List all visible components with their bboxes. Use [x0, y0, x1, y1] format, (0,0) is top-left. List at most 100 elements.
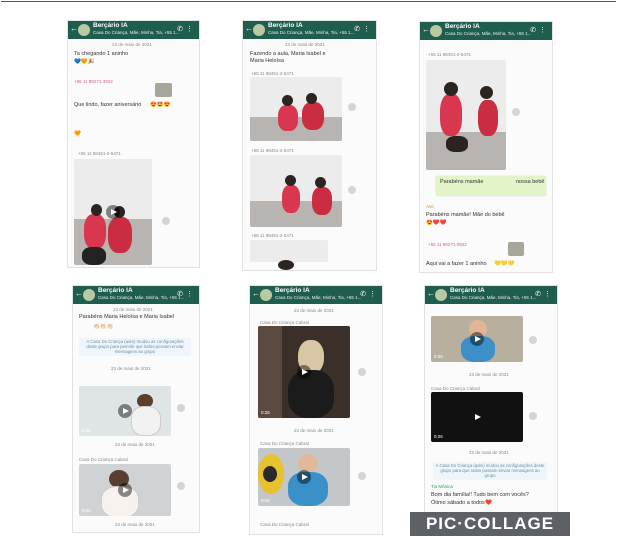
sender-label: +55 11 98451-2-5471: [251, 71, 294, 76]
date-divider: 23 de maio de 2021: [469, 372, 509, 377]
video-duration: 0:26: [82, 508, 91, 513]
chat-title[interactable]: Berçário IA: [98, 287, 133, 294]
chat-subtitle: Casa Do Criança, Mãe, Minha, Tia, +55 1.…: [275, 295, 362, 300]
forward-label: +55 11 98271-3922: [428, 242, 467, 247]
video-thumbnail[interactable]: [74, 159, 152, 265]
sender-label: +55 11 98451-2-5471: [428, 52, 471, 57]
back-arrow-icon[interactable]: ←: [70, 24, 78, 34]
sender-label: Casa Do Criança Cabral: [79, 457, 128, 462]
message-text: Parabéns mamãe: [440, 179, 484, 185]
chat-title[interactable]: Berçário IA: [450, 287, 485, 294]
video-thumbnail[interactable]: [250, 240, 328, 270]
chat-title[interactable]: Berçário IA: [445, 23, 480, 30]
play-icon[interactable]: [297, 470, 311, 484]
chat-header: ← Berçário IA Casa Do Criança, Mãe, Minh…: [250, 286, 382, 304]
play-icon[interactable]: [118, 404, 132, 418]
chat-subtitle: Casa Do Criança, Mãe, Minha, Tia, +55 1.…: [93, 30, 180, 35]
back-arrow-icon[interactable]: ←: [427, 289, 435, 299]
thumbnail-image[interactable]: [508, 242, 524, 256]
play-icon[interactable]: [470, 410, 484, 424]
share-icon[interactable]: [529, 336, 537, 344]
group-avatar[interactable]: [430, 25, 442, 37]
heart-emoji: 🧡: [74, 131, 81, 137]
date-divider: 23 de maio de 2021: [294, 428, 334, 433]
heart-emoji: ❤️: [485, 500, 492, 506]
call-icon[interactable]: ✆⋮: [360, 290, 379, 298]
system-notice: A Casa Do Criança (adm) mudou as configu…: [79, 338, 191, 356]
forward-label: +55 11 98271-3922: [74, 79, 113, 84]
thumbnail-image[interactable]: [155, 83, 172, 97]
video-duration: 0:26: [261, 498, 270, 503]
call-icon[interactable]: ✆⋮: [354, 25, 373, 33]
date-divider: 23 de maio de 2021: [112, 42, 152, 47]
sender-label: Casa Do Criança Cabral: [260, 441, 309, 446]
pic-collage-watermark: PIC·COLLAGE: [410, 512, 570, 536]
video-thumbnail[interactable]: [250, 155, 342, 227]
play-icon[interactable]: [106, 205, 120, 219]
message-bubble: Parabéns mamãe nossa bebê: [436, 176, 546, 196]
back-arrow-icon[interactable]: ←: [422, 25, 430, 35]
video-duration: 0:26: [82, 428, 91, 433]
back-arrow-icon[interactable]: ←: [252, 289, 260, 299]
share-icon[interactable]: [348, 103, 356, 111]
back-arrow-icon[interactable]: ←: [245, 24, 253, 34]
video-thumbnail[interactable]: [426, 60, 506, 170]
play-icon[interactable]: [297, 365, 311, 379]
play-icon[interactable]: [470, 332, 484, 346]
message-emoji: 💙🧡🎉: [74, 59, 95, 65]
share-icon[interactable]: [348, 186, 356, 194]
video-thumbnail[interactable]: 0:26: [79, 464, 171, 516]
call-icon[interactable]: ✆⋮: [535, 290, 554, 298]
group-avatar[interactable]: [260, 289, 272, 301]
share-icon[interactable]: [358, 368, 366, 376]
share-icon[interactable]: [529, 412, 537, 420]
message-text: Parabéns Maria Heloísa e Maria Isabel: [79, 314, 175, 320]
chat-header: ← Berçário IA Casa Do Criança, Mãe, Minh…: [243, 21, 376, 39]
video-thumbnail[interactable]: 0:26: [258, 326, 350, 418]
screenshot-panel-6: ← Berçário IA Casa Do Criança, Mãe, Minh…: [424, 285, 558, 513]
message-text: Aqui vai a fazer 1 aninho: [426, 261, 487, 267]
message-text: Fazendo a aula, Maria Isabel e: [250, 51, 326, 57]
group-avatar[interactable]: [435, 289, 447, 301]
top-border: [1, 1, 616, 2]
message-text: nossa bebê: [516, 179, 545, 185]
call-icon[interactable]: ✆⋮: [177, 290, 196, 298]
video-thumbnail[interactable]: 0:26: [79, 386, 171, 436]
message-text: Maria Heloísa: [250, 58, 284, 64]
video-duration: 0:26: [434, 354, 443, 359]
chat-title[interactable]: Berçário IA: [93, 22, 128, 29]
chat-subtitle: Casa Do Criança, Mãe, Minha, Tia, +55 1.…: [450, 295, 537, 300]
group-avatar[interactable]: [78, 24, 90, 36]
play-icon[interactable]: [118, 483, 132, 497]
video-thumbnail[interactable]: 0:26: [431, 392, 523, 442]
video-thumbnail[interactable]: 0:26: [431, 316, 523, 362]
share-icon[interactable]: [177, 482, 185, 490]
share-icon[interactable]: [358, 472, 366, 480]
share-icon[interactable]: [177, 404, 185, 412]
video-thumbnail[interactable]: [250, 77, 342, 141]
date-divider: 23 de maio de 2021: [115, 522, 155, 527]
message-text: Bom dia família!! Tudo bem com vocês?: [431, 492, 529, 498]
message-text: Parabéns mamãe! Mãe do bebê: [426, 212, 505, 218]
group-avatar[interactable]: [83, 289, 95, 301]
message-text: Ta chegando 1 aninho: [74, 51, 129, 57]
chat-header: ← Berçário IA Casa Do Criança, Mãe, Minh…: [425, 286, 557, 304]
call-icon[interactable]: ✆⋮: [177, 25, 196, 33]
share-icon[interactable]: [512, 108, 520, 116]
message-emoji: 😍❤️❤️: [426, 220, 447, 226]
call-icon[interactable]: ✆⋮: [530, 26, 549, 34]
chat-title[interactable]: Berçário IA: [268, 22, 303, 29]
video-thumbnail[interactable]: 0:26: [258, 448, 350, 506]
chat-header: ← Berçário IA Casa Do Criança, Mãe, Minh…: [68, 21, 199, 39]
chat-title[interactable]: Berçário IA: [275, 287, 310, 294]
share-icon[interactable]: [162, 217, 170, 225]
message-emoji: 👏🏻👏🏻👏🏻: [93, 324, 114, 330]
screenshot-panel-4: ← Berçário IA Casa Do Criança, Mãe, Minh…: [72, 285, 200, 533]
chat-subtitle: Casa Do Criança, Mãe, Minha, Tia, +55 1.…: [268, 30, 355, 35]
back-arrow-icon[interactable]: ←: [75, 289, 83, 299]
group-avatar[interactable]: [253, 24, 265, 36]
screenshot-panel-2: ← Berçário IA Casa Do Criança, Mãe, Minh…: [242, 20, 377, 271]
message-text: Que lindo, fazer aniversário: [74, 102, 142, 108]
date-divider: 23 de maio de 2021: [115, 442, 155, 447]
sender-label: +55 11 98451-2-5471: [78, 151, 121, 156]
